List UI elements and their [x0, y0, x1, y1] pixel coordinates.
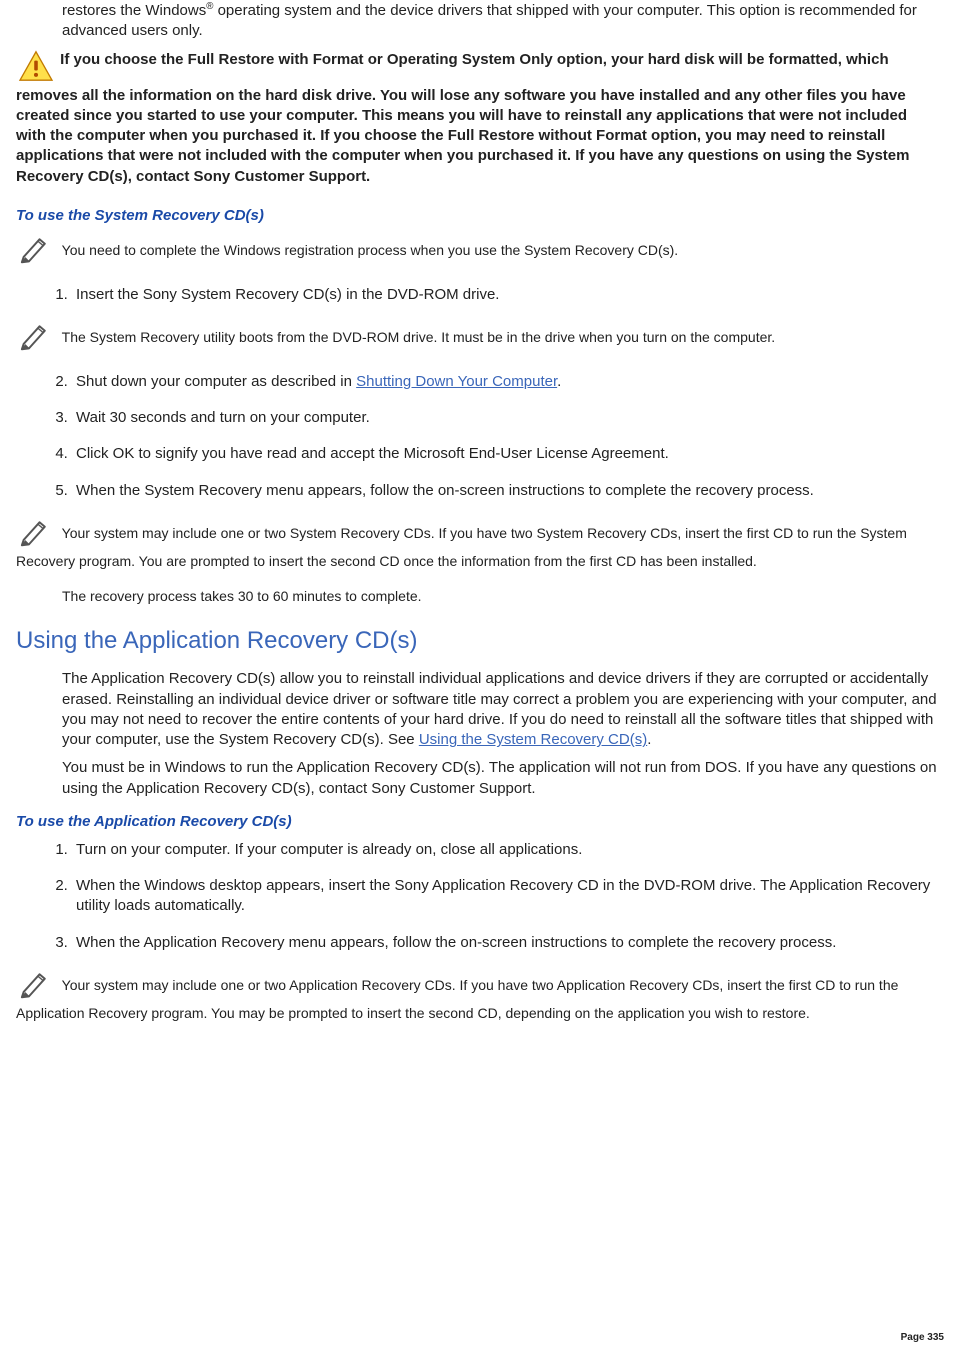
section2-note1: Your system may include one or two Appli…	[16, 969, 938, 1023]
link-shutting-down[interactable]: Shutting Down Your Computer	[356, 373, 557, 390]
intro-paragraph: restores the Windows® operating system a…	[62, 0, 938, 42]
section1-step1: Insert the Sony System Recovery CD(s) in…	[72, 285, 938, 305]
pencil-icon	[18, 969, 54, 1004]
section1-note2-text: The System Recovery utility boots from t…	[62, 329, 776, 345]
section1-heading: To use the System Recovery CD(s)	[16, 207, 938, 224]
section2-para1: The Application Recovery CD(s) allow you…	[62, 669, 938, 750]
step2-post: .	[557, 373, 561, 390]
section1-note1-text: You need to complete the Windows registr…	[62, 242, 679, 258]
section2-para2: You must be in Windows to run the Applic…	[62, 758, 938, 799]
section2-heading: Using the Application Recovery CD(s)	[16, 627, 938, 655]
section1-step3: Wait 30 seconds and turn on your compute…	[72, 408, 938, 428]
warning-icon	[18, 50, 54, 86]
section2-steps: Turn on your computer. If your computer …	[48, 840, 938, 953]
section1-steps-a: Insert the Sony System Recovery CD(s) in…	[48, 285, 938, 305]
section2-step3: When the Application Recovery menu appea…	[72, 933, 938, 953]
section1-step4: Click OK to signify you have read and ac…	[72, 444, 938, 464]
pencil-icon	[18, 234, 54, 269]
section1-note4: The recovery process takes 30 to 60 minu…	[62, 587, 938, 606]
section2-step1: Turn on your computer. If your computer …	[72, 840, 938, 860]
section1-note3-text: Your system may include one or two Syste…	[16, 525, 907, 569]
pencil-icon	[18, 321, 54, 356]
section2-step2: When the Windows desktop appears, insert…	[72, 876, 938, 917]
warning-block: If you choose the Full Restore with Form…	[16, 50, 938, 187]
section2-note1-text: Your system may include one or two Appli…	[16, 977, 898, 1021]
warning-text: If you choose the Full Restore with Form…	[16, 51, 909, 185]
pencil-icon	[18, 517, 54, 552]
page-number: Page 335	[901, 1332, 944, 1343]
section2-subhead: To use the Application Recovery CD(s)	[16, 813, 938, 830]
section2-para1-post: .	[647, 731, 651, 748]
step2-pre: Shut down your computer as described in	[76, 373, 356, 390]
section1-note3: Your system may include one or two Syste…	[16, 517, 938, 571]
section1-step2: Shut down your computer as described in …	[72, 372, 938, 392]
section1-note2: The System Recovery utility boots from t…	[16, 321, 938, 356]
section1-note1: You need to complete the Windows registr…	[16, 234, 938, 269]
link-system-recovery[interactable]: Using the System Recovery CD(s)	[419, 731, 647, 748]
section1-steps-b: Shut down your computer as described in …	[48, 372, 938, 501]
section1-step5: When the System Recovery menu appears, f…	[72, 481, 938, 501]
